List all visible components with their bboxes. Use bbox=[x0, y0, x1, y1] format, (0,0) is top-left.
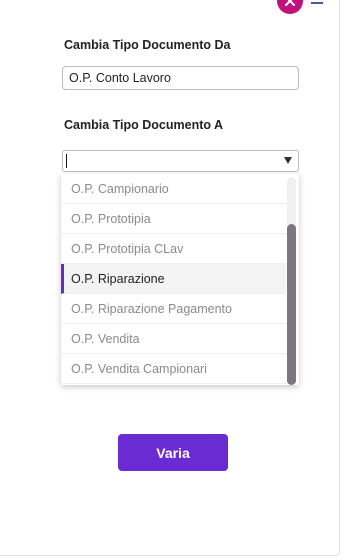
text-cursor bbox=[66, 154, 67, 168]
scrollbar-thumb[interactable] bbox=[287, 224, 296, 385]
option-vendita[interactable]: O.P. Vendita bbox=[61, 324, 286, 354]
menu-icon[interactable] bbox=[311, 0, 323, 4]
to-type-label: Cambia Tipo Documento A bbox=[64, 118, 224, 132]
to-type-select[interactable] bbox=[62, 150, 299, 172]
option-riparazione[interactable]: O.P. Riparazione bbox=[61, 264, 286, 294]
option-vendita-campionari[interactable]: O.P. Vendita Campionari bbox=[61, 354, 286, 384]
dropdown-options: O.P. Campionario O.P. Prototipia O.P. Pr… bbox=[61, 174, 286, 384]
varia-button[interactable]: Varia bbox=[118, 434, 228, 471]
option-prototipia[interactable]: O.P. Prototipia bbox=[61, 204, 286, 234]
from-type-label: Cambia Tipo Documento Da bbox=[64, 38, 231, 52]
to-type-dropdown[interactable]: O.P. Campionario O.P. Prototipia O.P. Pr… bbox=[61, 174, 299, 385]
close-icon bbox=[285, 0, 295, 6]
change-document-type-panel: Cambia Tipo Documento Da O.P. Conto Lavo… bbox=[0, 0, 340, 556]
close-button[interactable] bbox=[277, 0, 303, 14]
option-prototipia-clav[interactable]: O.P. Prototipia CLav bbox=[61, 234, 286, 264]
option-campionario[interactable]: O.P. Campionario bbox=[61, 174, 286, 204]
from-type-value: O.P. Conto Lavoro bbox=[69, 71, 171, 85]
chevron-down-icon bbox=[284, 157, 292, 164]
from-type-field[interactable]: O.P. Conto Lavoro bbox=[62, 66, 299, 90]
dropdown-scrollbar[interactable] bbox=[287, 177, 296, 385]
option-riparazione-pagamento[interactable]: O.P. Riparazione Pagamento bbox=[61, 294, 286, 324]
